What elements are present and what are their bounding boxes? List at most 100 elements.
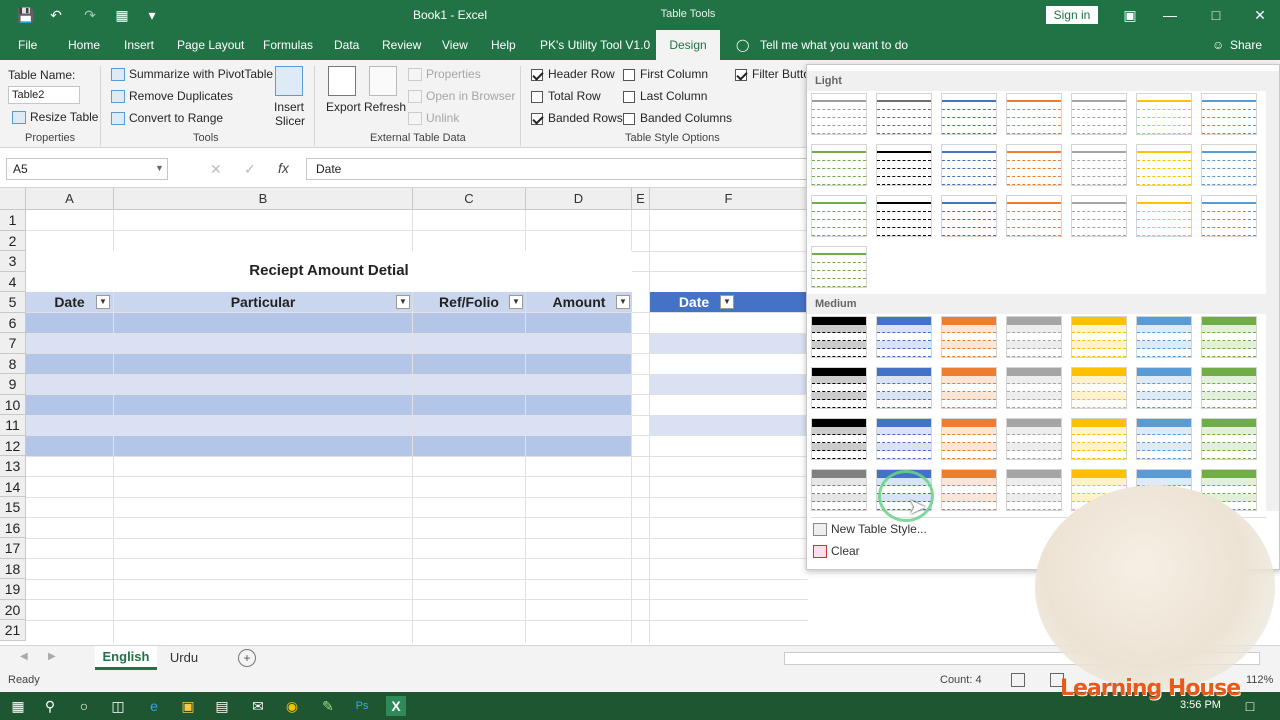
tab-help[interactable]: Help xyxy=(491,38,516,52)
table-style-thumbnail[interactable] xyxy=(1006,195,1062,237)
gallery-scrollbar[interactable] xyxy=(1266,71,1279,511)
remove-duplicates-button[interactable]: Remove Duplicates xyxy=(111,89,233,104)
table-style-thumbnail[interactable] xyxy=(941,316,997,358)
table-style-thumbnail[interactable] xyxy=(811,195,867,237)
table-style-thumbnail[interactable] xyxy=(1071,93,1127,135)
tab-insert[interactable]: Insert xyxy=(124,38,154,52)
table-style-thumbnail[interactable] xyxy=(1136,367,1192,409)
table-style-thumbnail[interactable] xyxy=(811,246,867,288)
row-header[interactable]: 13 xyxy=(0,456,26,477)
table-style-thumbnail[interactable] xyxy=(941,469,997,511)
prev-sheet-icon[interactable]: ◀ xyxy=(20,651,28,662)
table-style-thumbnail[interactable] xyxy=(1201,93,1257,135)
task-view-icon[interactable]: ◫ xyxy=(108,696,128,716)
new-table-style-button[interactable]: New Table Style... xyxy=(813,522,927,537)
filter-dropdown-icon[interactable]: ▼ xyxy=(616,295,630,309)
row-header[interactable]: 17 xyxy=(0,538,26,559)
column-header-c[interactable]: C xyxy=(413,188,526,210)
insert-function-icon[interactable]: fx xyxy=(278,160,289,176)
properties-button[interactable]: Properties xyxy=(408,67,481,82)
row-header[interactable]: 16 xyxy=(0,517,26,538)
row-header[interactable]: 4 xyxy=(0,271,26,292)
column-header-a[interactable]: A xyxy=(26,188,114,210)
convert-range-button[interactable]: Convert to Range xyxy=(111,111,223,126)
table-header-ref[interactable]: Ref/Folio ▼ xyxy=(413,292,525,312)
sheet-title[interactable]: Reciept Amount Detial xyxy=(26,251,632,292)
table-style-thumbnail[interactable] xyxy=(1071,367,1127,409)
table-style-thumbnail[interactable] xyxy=(1201,418,1257,460)
row-header[interactable]: 1 xyxy=(0,210,26,231)
table-style-thumbnail[interactable] xyxy=(941,418,997,460)
column-header-b[interactable]: B xyxy=(114,188,413,210)
name-box-dropdown-icon[interactable]: ▼ xyxy=(155,163,164,173)
column-header-e[interactable]: E xyxy=(632,188,650,210)
minimize-icon[interactable]: — xyxy=(1160,5,1180,25)
tab-view[interactable]: View xyxy=(442,38,468,52)
file-explorer-icon[interactable]: ▣ xyxy=(178,696,198,716)
resize-table-button[interactable]: Resize Table xyxy=(12,110,98,125)
tab-page-layout[interactable]: Page Layout xyxy=(177,38,244,52)
table-header-date[interactable]: Date ▼ xyxy=(26,292,113,312)
worksheet-grid[interactable]: A B C D E F 1 2 3 4 5 6 7 8 9 10 11 12 1… xyxy=(0,188,808,643)
maximize-icon[interactable]: □ xyxy=(1206,5,1226,25)
table-style-thumbnail[interactable] xyxy=(811,418,867,460)
first-column-checkbox[interactable]: First Column xyxy=(623,67,708,81)
enter-icon[interactable]: ✓ xyxy=(244,161,256,178)
filter-dropdown-icon[interactable]: ▼ xyxy=(720,295,734,309)
table-style-thumbnail[interactable] xyxy=(941,195,997,237)
row-header[interactable]: 11 xyxy=(0,415,26,436)
sign-in-button[interactable]: Sign in xyxy=(1046,6,1098,24)
table-style-thumbnail[interactable] xyxy=(1006,367,1062,409)
total-row-checkbox[interactable]: Total Row xyxy=(531,89,601,103)
tab-pk-utility[interactable]: PK's Utility Tool V1.0 xyxy=(540,38,650,52)
select-all-corner[interactable] xyxy=(0,188,26,210)
tell-me-search[interactable]: Tell me what you want to do xyxy=(760,38,908,52)
table-style-thumbnail[interactable] xyxy=(941,144,997,186)
header-row-checkbox[interactable]: Header Row xyxy=(531,67,615,81)
banded-rows-checkbox[interactable]: Banded Rows xyxy=(531,111,623,125)
tab-file[interactable]: File xyxy=(18,38,37,52)
table-style-thumbnail[interactable] xyxy=(811,469,867,511)
row-header[interactable]: 19 xyxy=(0,579,26,600)
table-style-thumbnail[interactable] xyxy=(811,316,867,358)
table-style-thumbnail[interactable] xyxy=(1136,418,1192,460)
column-header-d[interactable]: D xyxy=(526,188,632,210)
row-header[interactable]: 2 xyxy=(0,230,26,251)
table-style-thumbnail[interactable] xyxy=(1006,469,1062,511)
table-style-thumbnail[interactable] xyxy=(1201,367,1257,409)
table-style-thumbnail[interactable] xyxy=(1071,418,1127,460)
store-icon[interactable]: ▤ xyxy=(212,696,232,716)
table-style-thumbnail[interactable] xyxy=(1136,93,1192,135)
table-style-thumbnail[interactable] xyxy=(1006,144,1062,186)
row-header[interactable]: 12 xyxy=(0,435,26,456)
tab-formulas[interactable]: Formulas xyxy=(263,38,313,52)
cortana-icon[interactable]: ○ xyxy=(74,696,94,716)
summarize-pivot-button[interactable]: Summarize with PivotTable xyxy=(111,67,273,82)
tab-review[interactable]: Review xyxy=(382,38,421,52)
filter-dropdown-icon[interactable]: ▼ xyxy=(96,295,110,309)
clear-style-button[interactable]: Clear xyxy=(813,544,860,559)
table-style-thumbnail[interactable] xyxy=(876,195,932,237)
table-name-input[interactable]: Table2 xyxy=(8,86,80,104)
export-button[interactable]: Export xyxy=(326,100,361,114)
table-style-thumbnail[interactable] xyxy=(1136,195,1192,237)
table-header-particular[interactable]: Particular ▼ xyxy=(114,292,412,312)
table-style-thumbnail[interactable] xyxy=(876,316,932,358)
refresh-button[interactable]: Refresh xyxy=(364,100,406,114)
column-header-f[interactable]: F xyxy=(650,188,808,210)
table-style-thumbnail[interactable] xyxy=(941,93,997,135)
filter-dropdown-icon[interactable]: ▼ xyxy=(396,295,410,309)
excel-taskbar-icon[interactable]: X xyxy=(386,696,406,716)
row-header[interactable]: 3 xyxy=(0,251,26,272)
windows-start-icon[interactable]: ▦ xyxy=(8,696,28,716)
table-style-thumbnail[interactable] xyxy=(1006,93,1062,135)
table-style-thumbnail[interactable] xyxy=(876,367,932,409)
row-header[interactable]: 9 xyxy=(0,374,26,395)
edge-icon[interactable]: e xyxy=(144,696,164,716)
banded-columns-checkbox[interactable]: Banded Columns xyxy=(623,111,732,125)
notifications-icon[interactable]: □ xyxy=(1240,696,1260,716)
sheet-tab-urdu[interactable]: Urdu xyxy=(166,646,202,670)
notepadpp-icon[interactable]: ✎ xyxy=(318,696,338,716)
table-style-thumbnail[interactable] xyxy=(941,367,997,409)
photoshop-icon[interactable]: Ps xyxy=(352,696,372,716)
